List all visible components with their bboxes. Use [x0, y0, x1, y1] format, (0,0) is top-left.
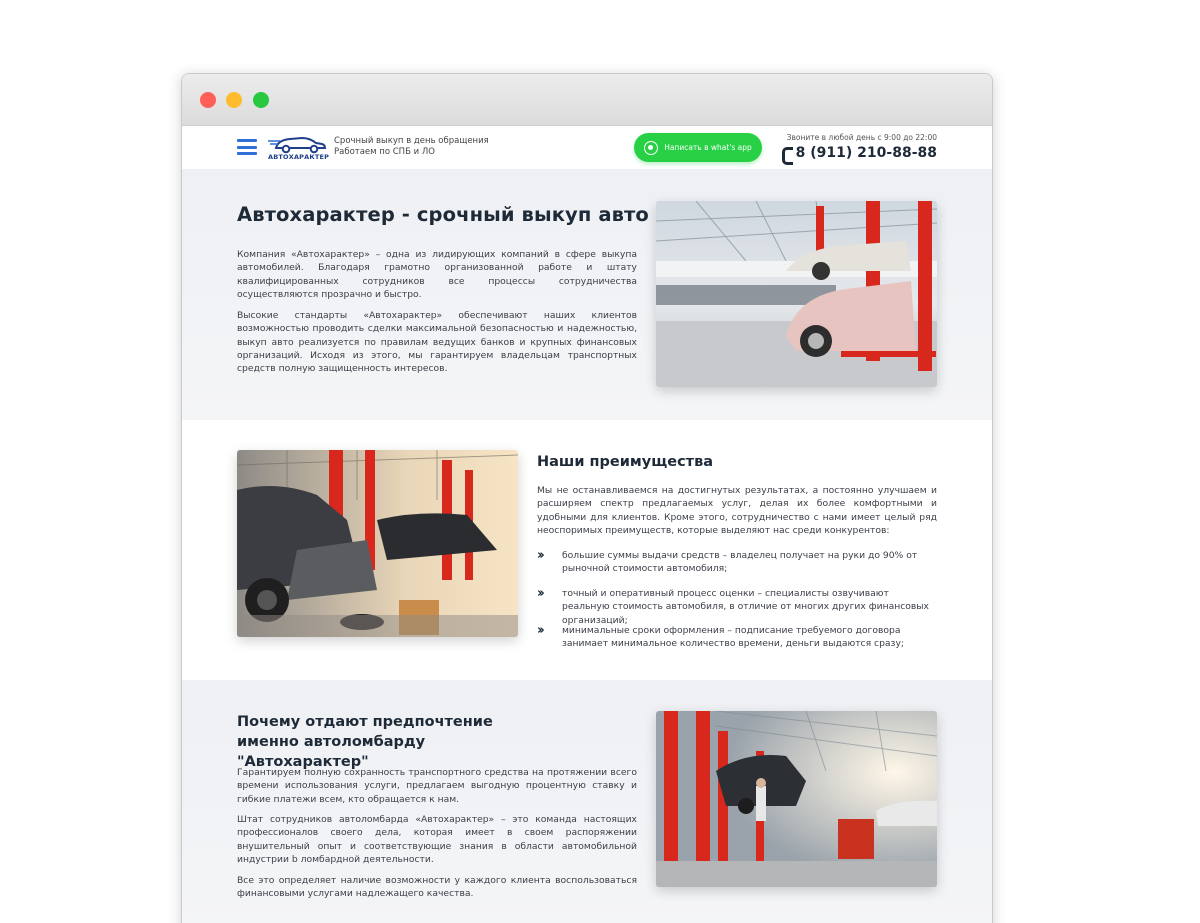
hero-section: Автохарактер - срочный выкуп авто Компан…: [182, 170, 992, 420]
phone-number[interactable]: 8 (911) 210-88-88: [781, 145, 937, 165]
why-us-paragraph-3: Все это определяет наличие возможности у…: [237, 875, 637, 900]
double-chevron-icon: ››: [537, 586, 545, 601]
why-us-paragraph-2: Штат сотрудников автоломбарда «Автохарак…: [237, 814, 637, 865]
car-logo-icon: [268, 136, 327, 154]
window-titlebar: [182, 74, 992, 126]
double-chevron-icon: ››: [537, 623, 545, 638]
phone-number-text: 8 (911) 210-88-88: [795, 145, 937, 161]
tagline-line-1: Срочный выкуп в день обращения: [334, 136, 489, 146]
site-header: АВТОХАРАКТЕР Срочный выкуп в день обраще…: [182, 126, 992, 170]
whatsapp-icon: [644, 140, 659, 155]
phone-icon: [781, 147, 793, 165]
advantage-item: ›› минимальные сроки оформления – подпис…: [537, 624, 937, 651]
menu-burger-icon[interactable]: [237, 139, 257, 155]
garage-photo-3: [656, 711, 937, 887]
why-us-section: Почему отдают предпочтение именно автоло…: [182, 680, 992, 923]
logo[interactable]: АВТОХАРАКТЕР: [268, 132, 330, 164]
garage-photo-1: [656, 201, 937, 387]
logo-text: АВТОХАРАКТЕР: [268, 153, 330, 161]
double-chevron-icon: ››: [537, 548, 545, 563]
hero-paragraph-2: Высокие стандарты «Автохарактер» обеспеч…: [237, 310, 637, 375]
whatsapp-button[interactable]: Написать в what's app: [634, 133, 762, 162]
hero-title: Автохарактер - срочный выкуп авто: [237, 203, 649, 226]
header-tagline: Срочный выкуп в день обращения Работаем …: [334, 136, 489, 158]
garage-photo-2: [237, 450, 518, 637]
advantages-intro: Мы не останавливаемся на достигнутых рез…: [537, 485, 937, 536]
advantage-item: ›› точный и оперативный процесс оценки –…: [537, 587, 937, 627]
browser-window: АВТОХАРАКТЕР Срочный выкуп в день обраще…: [181, 73, 993, 923]
advantages-title: Наши преимущества: [537, 454, 714, 470]
advantage-text: минимальные сроки оформления – подписани…: [562, 625, 904, 650]
advantages-section: Наши преимущества Мы не останавливаемся …: [182, 420, 992, 680]
advantage-item: ›› большие суммы выдачи средств – владел…: [537, 549, 937, 576]
why-us-title: Почему отдают предпочтение именно автоло…: [237, 714, 493, 770]
why-us-paragraph-1: Гарантируем полную сохранность транспорт…: [237, 767, 637, 805]
call-hours-note: Звоните в любой день с 9:00 до 22:00: [786, 133, 937, 142]
maximize-window-button[interactable]: [253, 92, 269, 108]
advantage-text: большие суммы выдачи средств – владелец …: [562, 550, 918, 575]
advantage-text: точный и оперативный процесс оценки – сп…: [562, 588, 929, 626]
minimize-window-button[interactable]: [226, 92, 242, 108]
close-window-button[interactable]: [200, 92, 216, 108]
hero-paragraph-1: Компания «Автохарактер» – одна из лидиру…: [237, 249, 637, 300]
tagline-line-2: Работаем по СПБ и ЛО: [334, 147, 435, 157]
whatsapp-button-label: Написать в what's app: [664, 143, 752, 152]
